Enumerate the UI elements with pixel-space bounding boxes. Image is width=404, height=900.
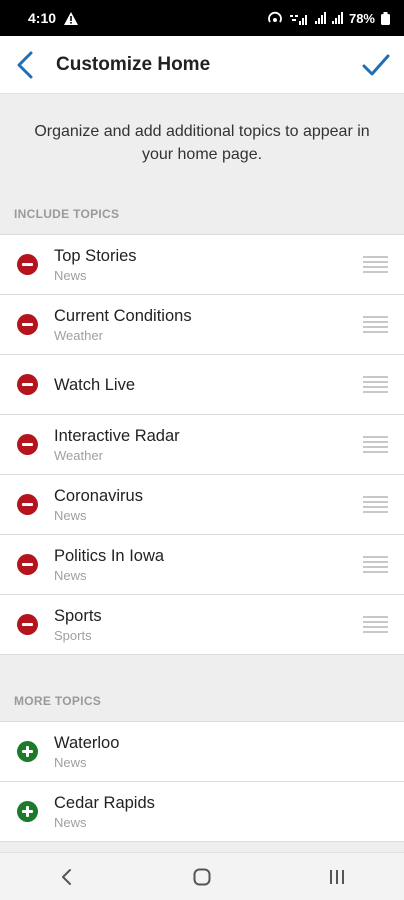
topic-title: Sports — [54, 606, 102, 625]
drag-handle-icon[interactable] — [346, 595, 404, 655]
topic-category: Weather — [54, 447, 103, 463]
back-chevron-icon — [17, 51, 33, 78]
topic-title: Waterloo — [54, 733, 120, 752]
home-icon — [193, 868, 211, 885]
nav-home-button[interactable] — [172, 853, 232, 900]
status-bar: 4:10 78% — [0, 0, 404, 36]
status-time: 4:10 — [28, 10, 57, 26]
topic-row[interactable]: Coronavirus News — [0, 475, 404, 535]
hotspot-icon — [268, 11, 282, 23]
section-spacer — [0, 655, 404, 681]
topic-row[interactable]: Sports Sports — [0, 595, 404, 655]
app-header: Customize Home — [0, 36, 404, 94]
topic-row[interactable]: Top Stories News — [0, 235, 404, 295]
topic-title: Watch Live — [54, 375, 136, 394]
topic-text: Watch Live — [54, 375, 346, 395]
topic-category: News — [54, 814, 87, 830]
topic-category: Weather — [54, 327, 103, 343]
topic-category: News — [54, 754, 87, 770]
page-title: Customize Home — [56, 53, 211, 75]
recent-apps-icon — [329, 869, 344, 884]
include-topics-list: Top Stories News Current Conditions Weather… — [0, 234, 404, 655]
more-topics-header: MORE TOPICS — [14, 694, 102, 708]
topic-category: Sports — [54, 627, 92, 643]
nav-recent-apps-button[interactable] — [307, 853, 367, 900]
topic-row[interactable]: Watch Live — [0, 355, 404, 415]
remove-topic-button[interactable] — [0, 554, 54, 575]
drag-handle-icon[interactable] — [346, 295, 404, 355]
drag-handle-icon[interactable] — [346, 535, 404, 595]
back-button[interactable] — [2, 36, 48, 94]
topic-text: Cedar Rapids News — [54, 793, 404, 831]
remove-topic-button[interactable] — [0, 254, 54, 275]
add-topic-button[interactable] — [0, 741, 54, 762]
topic-title: Current Conditions — [54, 306, 192, 325]
topic-row[interactable]: Current Conditions Weather — [0, 295, 404, 355]
topic-row[interactable]: Politics In Iowa News — [0, 535, 404, 595]
topic-title: Interactive Radar — [54, 426, 180, 445]
remove-icon — [16, 434, 38, 455]
topic-title: Coronavirus — [54, 486, 143, 505]
topic-category: News — [54, 567, 87, 583]
add-icon — [16, 741, 38, 762]
more-topics-list: Waterloo News Cedar Rapids News — [0, 721, 404, 842]
nav-back-button[interactable] — [37, 853, 97, 900]
remove-topic-button[interactable] — [0, 314, 54, 335]
drag-handle-icon[interactable] — [346, 475, 404, 535]
drag-handle-icon[interactable] — [346, 415, 404, 475]
topic-title: Politics In Iowa — [54, 546, 165, 565]
remove-topic-button[interactable] — [0, 614, 54, 635]
battery-level: 78% — [348, 10, 375, 26]
remove-icon — [16, 614, 38, 635]
remove-icon — [16, 314, 38, 335]
topic-title: Cedar Rapids — [54, 793, 155, 812]
remove-icon — [16, 494, 38, 515]
topic-text: Top Stories News — [54, 246, 346, 284]
topic-title: Top Stories — [54, 246, 137, 265]
topic-text: Sports Sports — [54, 606, 346, 644]
topic-category: News — [54, 507, 87, 523]
topics-content[interactable]: Organize and add additional topics to ap… — [0, 94, 404, 852]
topic-row[interactable]: Cedar Rapids News — [0, 782, 404, 842]
topic-text: Coronavirus News — [54, 486, 346, 524]
intro-text: Organize and add additional topics to ap… — [34, 123, 370, 163]
remove-topic-button[interactable] — [0, 494, 54, 515]
add-topic-button[interactable] — [0, 801, 54, 822]
include-topics-header: INCLUDE TOPICS — [14, 207, 120, 221]
topic-text: Waterloo News — [54, 733, 404, 771]
drag-handle-icon[interactable] — [346, 235, 404, 295]
remove-icon — [16, 554, 38, 575]
checkmark-icon — [362, 54, 390, 75]
signal-icon — [314, 12, 326, 24]
topic-row[interactable]: Interactive Radar Weather — [0, 415, 404, 475]
drag-handle-icon[interactable] — [346, 355, 404, 415]
remove-icon — [16, 254, 38, 275]
remove-icon — [16, 374, 38, 395]
wifi-icon — [289, 15, 307, 25]
topic-row[interactable]: Waterloo News — [0, 722, 404, 782]
nav-back-icon — [62, 868, 72, 885]
alert-icon — [64, 11, 79, 25]
confirm-button[interactable] — [348, 36, 404, 94]
topic-category: News — [54, 267, 87, 283]
signal-icon — [331, 12, 343, 24]
topic-text: Current Conditions Weather — [54, 306, 346, 344]
remove-topic-button[interactable] — [0, 434, 54, 455]
topic-text: Interactive Radar Weather — [54, 426, 346, 464]
add-icon — [16, 801, 38, 822]
remove-topic-button[interactable] — [0, 374, 54, 395]
topic-text: Politics In Iowa News — [54, 546, 346, 584]
system-nav-bar — [0, 852, 404, 900]
battery-icon — [381, 11, 390, 25]
